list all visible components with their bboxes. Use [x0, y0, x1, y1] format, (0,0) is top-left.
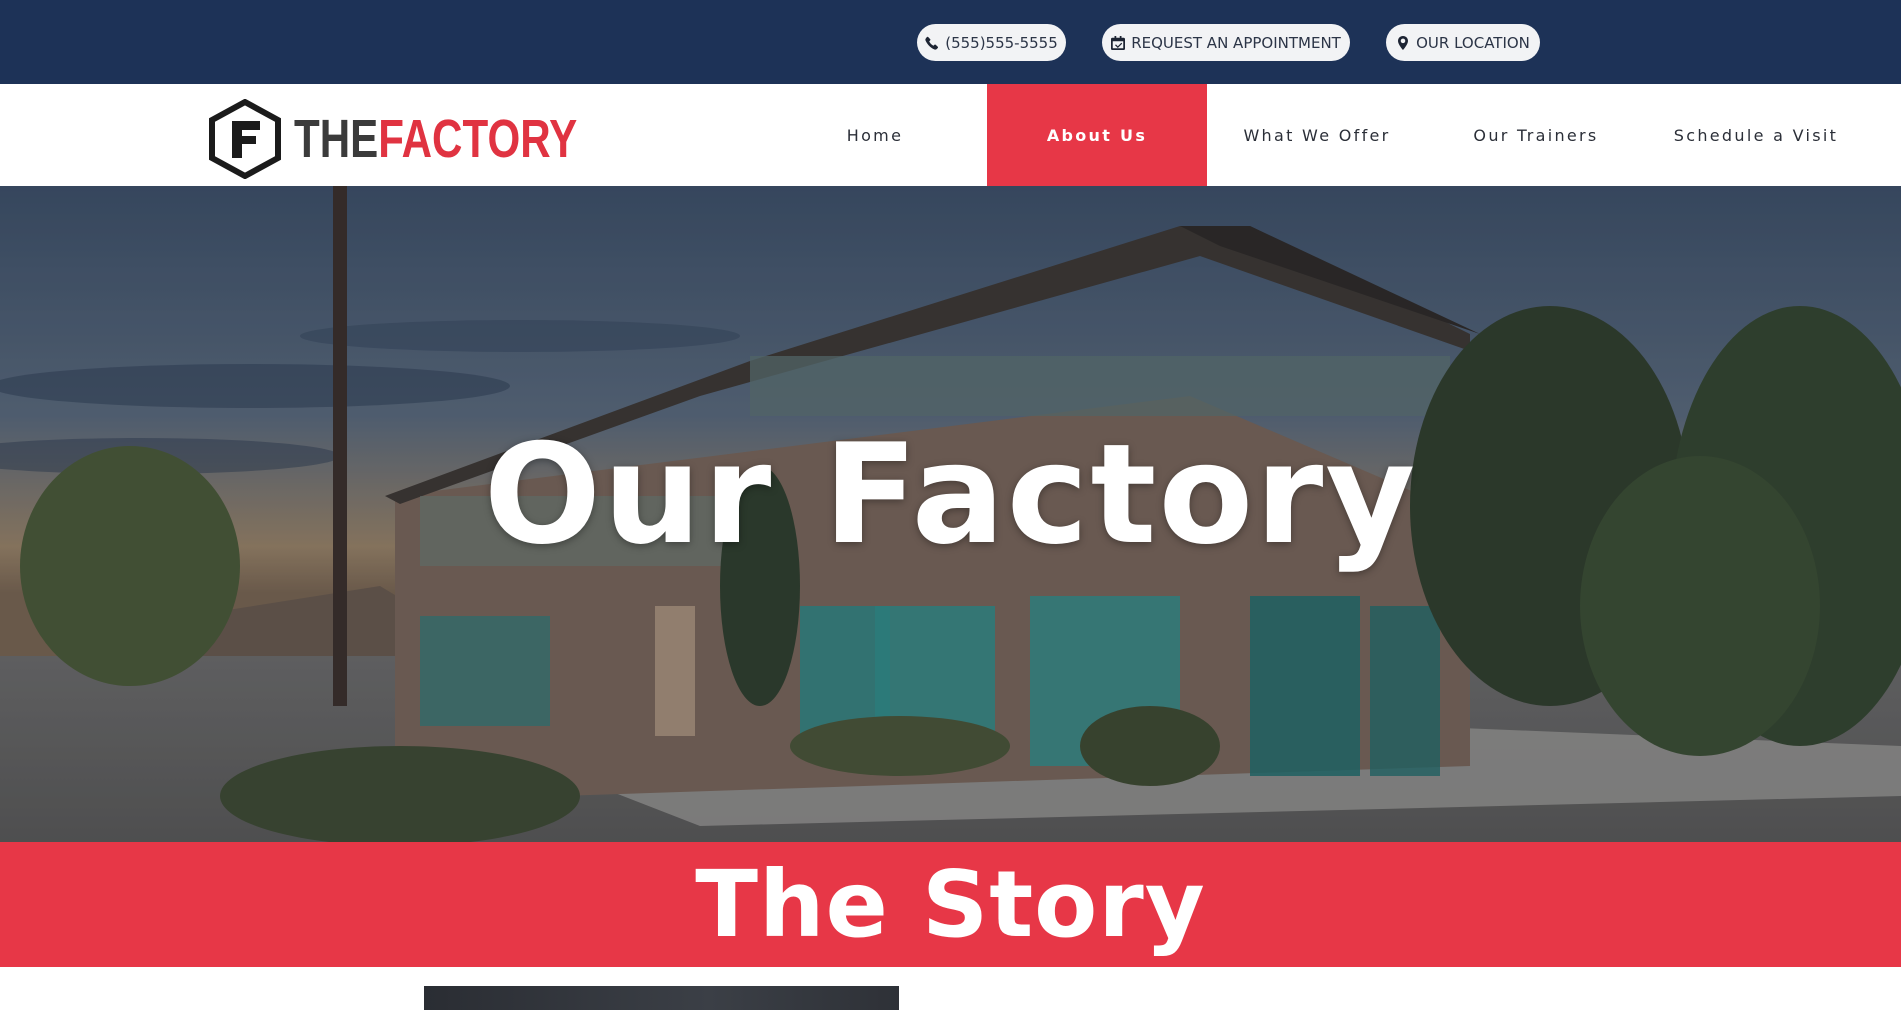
phone-icon: [925, 36, 939, 50]
logo-wordmark: THEFACTORY: [294, 112, 577, 166]
hero-title: Our Factory: [483, 414, 1418, 575]
story-heading: The Story: [695, 850, 1206, 958]
main-header: THEFACTORY Home About Us What We Offer O…: [0, 84, 1901, 186]
nav-item-schedule-a-visit[interactable]: Schedule a Visit: [1646, 84, 1866, 186]
site-logo[interactable]: THEFACTORY: [208, 99, 577, 179]
location-label: OUR LOCATION: [1416, 33, 1530, 52]
story-banner: The Story: [0, 842, 1901, 967]
phone-button[interactable]: (555)555-5555: [917, 24, 1066, 61]
map-marker-icon: [1398, 35, 1409, 50]
hero-banner: Our Factory: [0, 186, 1901, 842]
appointment-label: REQUEST AN APPOINTMENT: [1131, 33, 1341, 52]
nav-item-home[interactable]: Home: [800, 84, 950, 186]
request-appointment-button[interactable]: REQUEST AN APPOINTMENT: [1102, 24, 1350, 61]
story-image: [424, 986, 899, 1010]
nav-item-what-we-offer[interactable]: What We Offer: [1208, 84, 1426, 186]
factory-logo-icon: [209, 99, 281, 179]
calendar-check-icon: [1111, 35, 1126, 50]
nav-item-our-trainers[interactable]: Our Trainers: [1428, 84, 1644, 186]
logo-the-text: THE: [294, 109, 379, 169]
logo-factory-text: FACTORY: [378, 109, 578, 169]
phone-label: (555)555-5555: [945, 33, 1058, 52]
our-location-button[interactable]: OUR LOCATION: [1386, 24, 1540, 61]
top-utility-bar: (555)555-5555 REQUEST AN APPOINTMENT OUR…: [0, 0, 1901, 84]
nav-item-about-us[interactable]: About Us: [987, 84, 1207, 186]
